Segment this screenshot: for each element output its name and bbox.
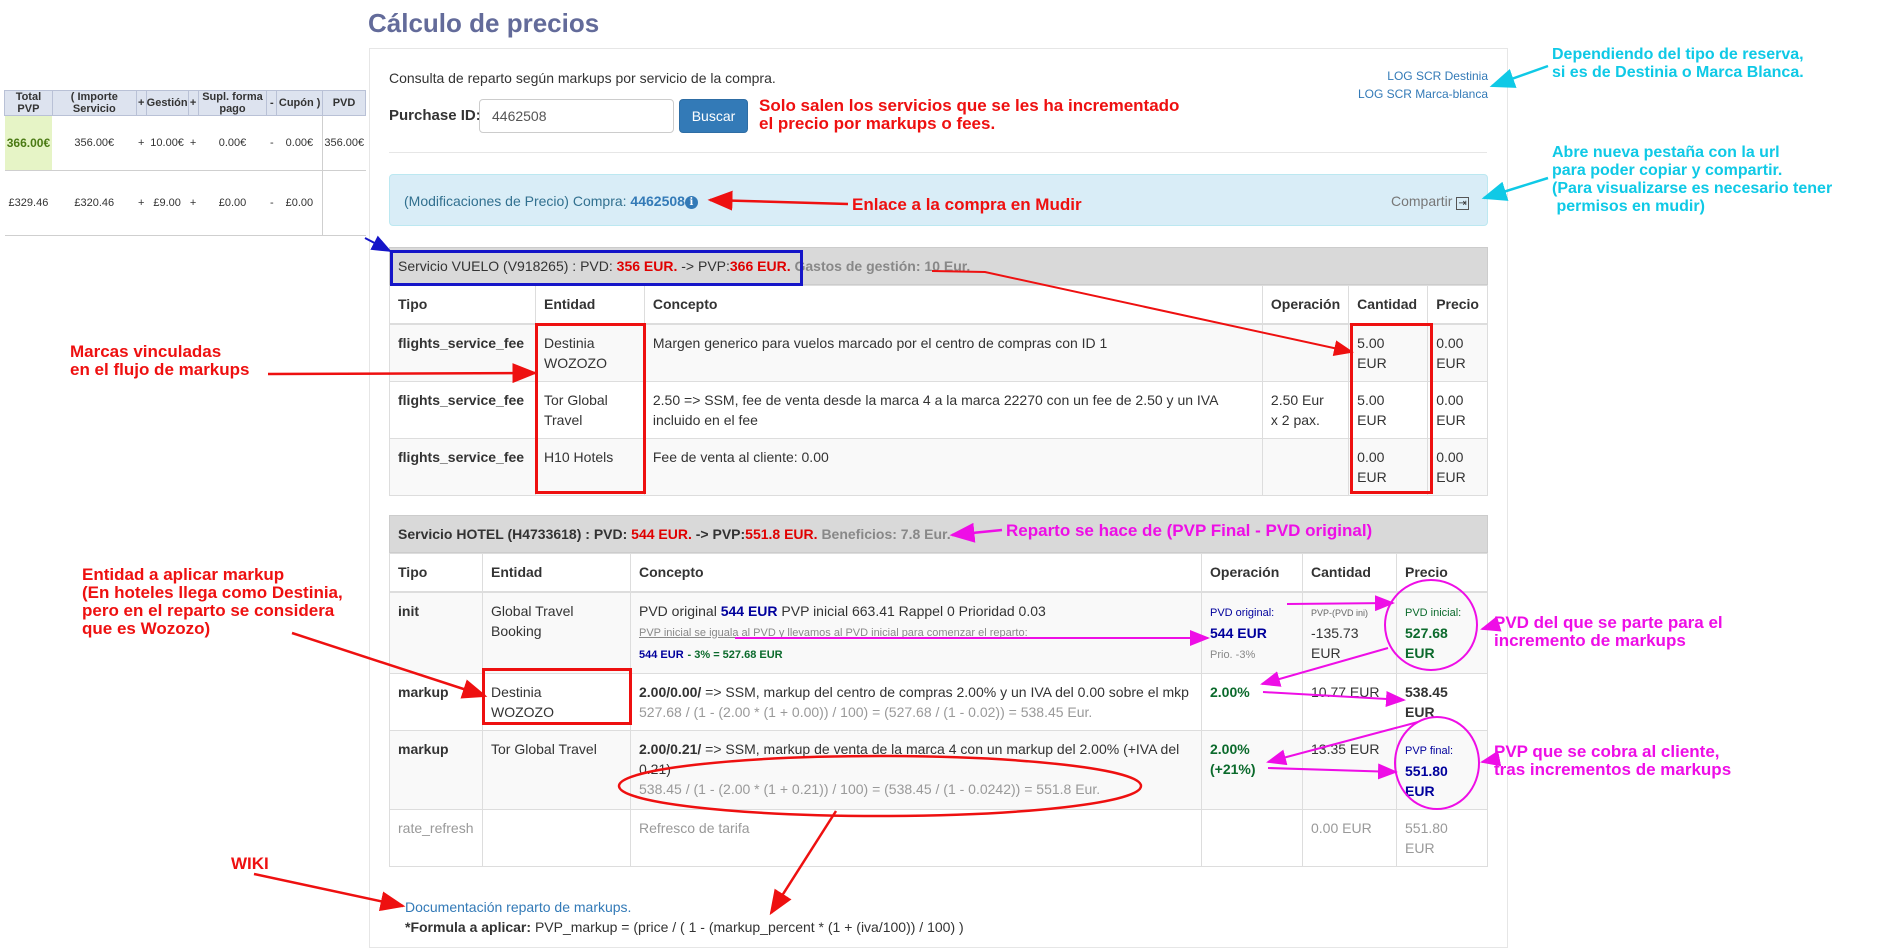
circle-formula (617, 754, 1143, 818)
arrow-pvd-inicial-to-op (1260, 647, 1389, 687)
arrow-vuelo-header (364, 235, 392, 252)
arrow-pvd-original (1286, 595, 1395, 612)
circle-pvd-inicial (1384, 579, 1478, 671)
arrow-formula (769, 810, 838, 916)
arrow-dependiendo (1489, 64, 1549, 88)
arrow-reparto (949, 522, 1003, 543)
arrow-enlace (707, 190, 849, 211)
arrow-pvp-cobra (1480, 750, 1502, 767)
arrow-op2-to-final (1267, 763, 1398, 780)
arrow-abre (1481, 176, 1549, 201)
arrow-entidad (291, 631, 488, 699)
arrow-gastos (931, 270, 1354, 356)
arrow-pvd-parte (1480, 616, 1502, 632)
arrow-marcas (267, 363, 538, 384)
annotation-arrows (253, 64, 1549, 916)
arrow-op-to-price (1262, 690, 1406, 707)
arrow-wiki (253, 872, 406, 912)
circle-pvp-final (1394, 716, 1480, 810)
